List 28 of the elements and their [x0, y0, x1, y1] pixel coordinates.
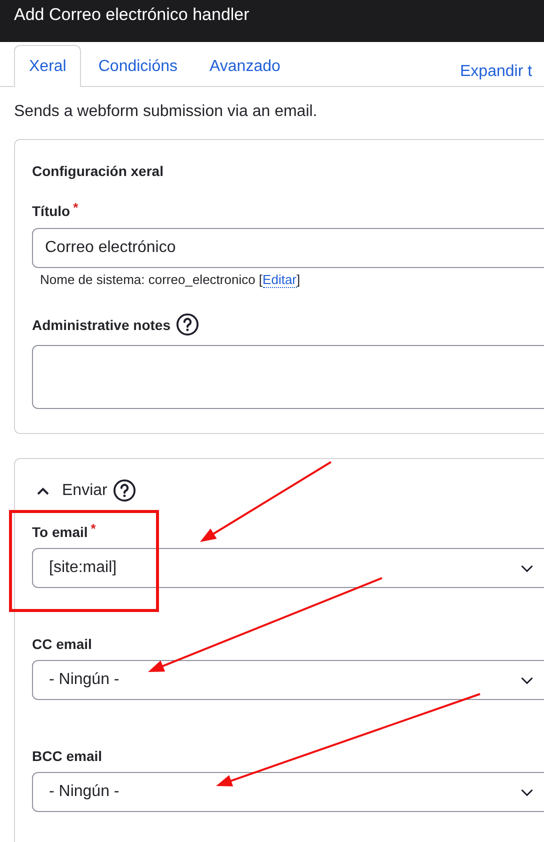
notes-textarea[interactable] [32, 345, 544, 409]
field-label: Administrative notes [32, 316, 170, 332]
title-input[interactable]: Correo electrónico [32, 228, 544, 268]
tab[interactable]: Condicións [83, 46, 193, 87]
help-icon[interactable] [113, 479, 136, 502]
tab[interactable]: Avanzado [194, 46, 296, 87]
edit-link[interactable]: Editar [262, 272, 297, 288]
required-mark: * [73, 200, 78, 215]
email-select[interactable]: - Ningún - [32, 660, 544, 700]
chevron-down-icon [520, 788, 534, 796]
machine-name: Nome de sistema: correo_electronico [Editar] [40, 272, 300, 288]
section-heading: Configuración xeral [32, 163, 164, 179]
expand-all-link[interactable]: Expandir t [460, 63, 544, 86]
email-select[interactable]: - Ningún - [32, 772, 544, 812]
field-label: To email [32, 524, 88, 540]
chevron-down-icon [520, 564, 534, 572]
chevron-down-icon [520, 676, 534, 684]
field-label: BCC email [32, 748, 102, 764]
collapse-caret-icon[interactable] [36, 486, 50, 496]
window-title: Add Correo electrónico handler [14, 5, 250, 25]
description: Sends a webform submission via an email. [14, 103, 318, 121]
help-icon[interactable] [176, 313, 200, 336]
required-mark: * [90, 521, 96, 536]
tab[interactable]: Xeral [14, 45, 82, 87]
field-label: Título [32, 203, 70, 219]
field-label: CC email [32, 636, 92, 652]
section-heading[interactable]: Enviar [62, 482, 108, 500]
email-select[interactable]: [site:mail] [32, 548, 544, 588]
